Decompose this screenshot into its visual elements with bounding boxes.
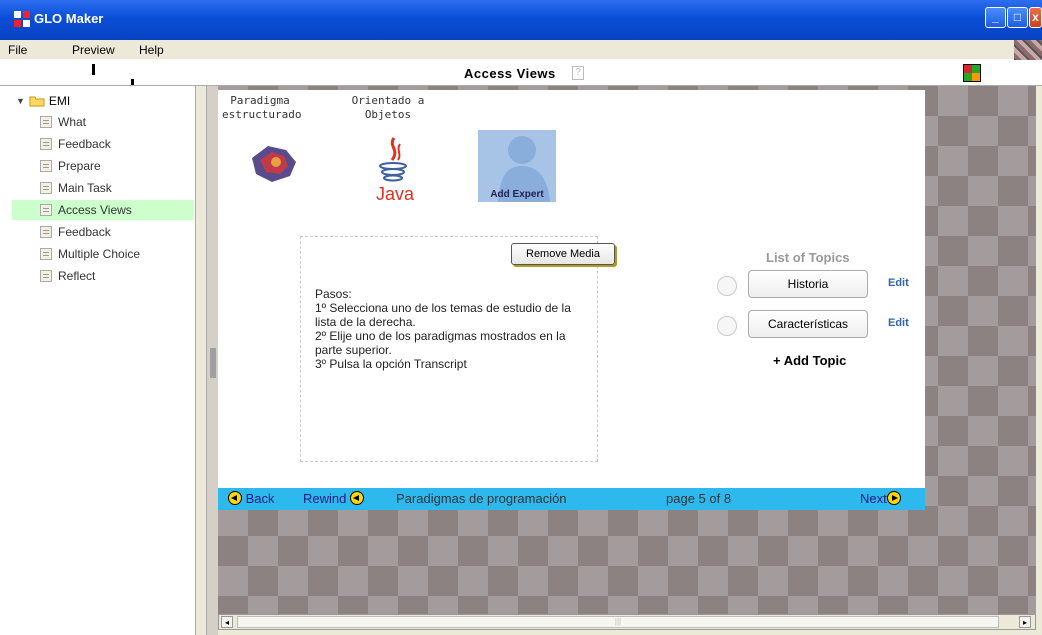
page-icon xyxy=(40,248,52,260)
next-arrow-icon xyxy=(886,491,901,505)
help-icon[interactable]: ? xyxy=(572,66,584,80)
tree-item-label: Feedback xyxy=(58,137,111,151)
topic-radio-historia[interactable] xyxy=(717,276,737,296)
layout-grid-icon[interactable] xyxy=(963,64,981,82)
tree-item-label: Main Task xyxy=(58,181,112,195)
rewind-label: Rewind xyxy=(303,491,347,506)
tree-root-emi[interactable]: ▼ EMI xyxy=(16,94,70,108)
page-icon xyxy=(40,270,52,282)
page-icon xyxy=(40,182,52,194)
menu-file[interactable]: File xyxy=(8,43,27,57)
tree-item-what[interactable]: What xyxy=(40,112,194,132)
tree-item-multiple-choice[interactable]: Multiple Choice xyxy=(40,244,194,264)
close-button[interactable]: x xyxy=(1029,7,1042,28)
tree-item-prepare[interactable]: Prepare xyxy=(40,156,194,176)
title-bar[interactable]: GLO Maker _ □ x xyxy=(0,0,1042,40)
tree-item-label: Feedback xyxy=(58,225,111,239)
java-logo-image[interactable]: Java xyxy=(370,134,416,206)
next-label: Next xyxy=(860,491,887,506)
folder-icon xyxy=(29,96,45,107)
remove-media-button[interactable]: Remove Media xyxy=(511,243,615,265)
resize-grip-marker xyxy=(131,79,134,85)
tree-item-label: Access Views xyxy=(58,203,132,217)
add-expert-button[interactable]: Add Expert xyxy=(478,130,556,202)
topic-radio-caracteristicas[interactable] xyxy=(717,316,737,336)
page-icon xyxy=(40,138,52,150)
vertical-scrollbar[interactable] xyxy=(1036,86,1042,614)
java-logo-text: Java xyxy=(376,184,415,204)
tree-item-label: Reflect xyxy=(58,269,96,283)
page-icon xyxy=(40,226,52,238)
tree-item-feedback-2[interactable]: Feedback xyxy=(40,222,194,242)
rewind-arrow-icon xyxy=(349,491,364,505)
back-arrow-icon xyxy=(228,491,242,505)
menu-preview[interactable]: Preview xyxy=(72,43,115,57)
window-title: GLO Maker xyxy=(34,11,104,26)
tree-item-feedback[interactable]: Feedback xyxy=(40,134,194,154)
tree-item-label: Prepare xyxy=(58,159,101,173)
tree-root-label: EMI xyxy=(48,94,71,108)
structured-paradigm-image[interactable] xyxy=(246,140,302,186)
page-canvas: Paradigma estructurado Orientado a Objet… xyxy=(218,90,925,510)
page-indicator: page 5 of 8 xyxy=(666,491,732,506)
lesson-title: Paradigmas de programación xyxy=(396,491,567,506)
next-button[interactable]: Next xyxy=(860,491,901,506)
maximize-button[interactable]: □ xyxy=(1007,7,1028,28)
view-header: Access Views ? xyxy=(0,60,1042,86)
view-title: Access Views xyxy=(464,66,556,81)
tree-item-reflect[interactable]: Reflect xyxy=(40,266,194,286)
scroll-left-arrow[interactable]: ◂ xyxy=(221,616,233,628)
scroll-thumb[interactable]: ||| xyxy=(237,616,999,628)
page-icon xyxy=(40,204,52,216)
splitter-handle[interactable] xyxy=(210,348,216,378)
expand-arrow-icon[interactable]: ▼ xyxy=(16,96,25,106)
add-topic-button[interactable]: + Add Topic xyxy=(773,353,846,368)
horizontal-scrollbar[interactable]: ◂ ||| ▸ xyxy=(218,614,1036,630)
list-of-topics-title: List of Topics xyxy=(766,250,850,265)
topic-edit-historia[interactable]: Edit xyxy=(888,277,909,289)
panel-splitter[interactable] xyxy=(206,86,218,635)
navigation-bar: Back Rewind Paradigmas de programación p… xyxy=(218,488,925,510)
scroll-right-arrow[interactable]: ▸ xyxy=(1019,616,1031,628)
media-text-panel: Remove Media Pasos: 1º Selecciona uno de… xyxy=(300,236,615,462)
menu-bar: File Preview Help xyxy=(0,40,1042,60)
page-icon xyxy=(40,160,52,172)
preview-stage: Paradigma estructurado Orientado a Objet… xyxy=(218,86,1036,614)
tree-item-label: Multiple Choice xyxy=(58,247,141,261)
perspective-label-oop[interactable]: Orientado a Objetos xyxy=(348,94,428,122)
instructions-text: Pasos: 1º Selecciona uno de los temas de… xyxy=(315,287,571,371)
menu-help[interactable]: Help xyxy=(139,43,164,57)
rewind-button[interactable]: Rewind xyxy=(303,491,364,506)
tree-item-label: What xyxy=(58,115,87,129)
app-window: GLO Maker _ □ x File Preview Help Access… xyxy=(0,0,1042,635)
topic-button-caracteristicas[interactable]: Características xyxy=(748,310,868,338)
resize-grip[interactable] xyxy=(92,64,95,75)
back-label: Back xyxy=(245,491,275,506)
topic-button-historia[interactable]: Historia xyxy=(748,270,868,298)
glo-maker-icon xyxy=(14,11,30,27)
page-icon xyxy=(40,116,52,128)
tree-item-access-views[interactable]: Access Views xyxy=(12,200,194,220)
perspective-label-structured[interactable]: Paradigma estructurado xyxy=(222,94,301,122)
back-button[interactable]: Back xyxy=(228,491,275,506)
topic-edit-caracteristicas[interactable]: Edit xyxy=(888,317,909,329)
tree-item-main-task[interactable]: Main Task xyxy=(40,178,194,198)
add-expert-label: Add Expert xyxy=(490,189,544,200)
minimize-button[interactable]: _ xyxy=(985,7,1006,28)
page-tree: ▼ EMI What Feedback Prepare Main Task Ac… xyxy=(0,86,196,635)
